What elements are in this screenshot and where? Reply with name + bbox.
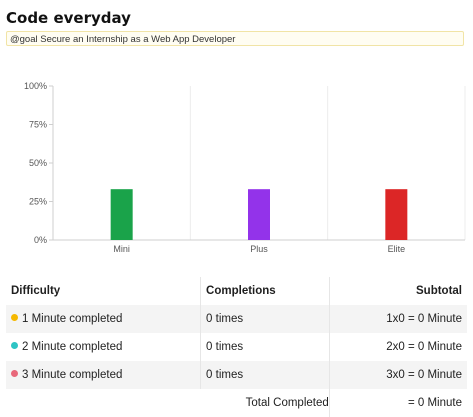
x-tick-label: Mini [113,244,130,254]
difficulty-cell: 3 Minute completed [6,361,201,389]
difficulty-label: 1 Minute completed [22,313,123,325]
difficulty-label: 3 Minute completed [22,369,123,381]
table-row: 2 Minute completed 0 times 2x0 = 0 Minut… [6,333,467,361]
y-tick-label: 75% [29,120,47,130]
subtotal-cell: 2x0 = 0 Minute [328,333,467,361]
total-label: Total Completed [6,389,330,417]
subtotal-cell: 3x0 = 0 Minute [328,361,467,389]
y-tick-label: 50% [29,158,47,168]
difficulty-dot-icon [11,370,18,377]
header-difficulty: Difficulty [6,277,201,305]
bar-plus [248,189,270,240]
difficulty-cell: 1 Minute completed [6,305,201,333]
total-row: Total Completed = 0 Minute [6,389,467,417]
y-tick-label: 0% [34,235,47,245]
y-tick-label: 100% [24,81,47,91]
bar-mini [110,189,133,240]
page-title: Code everyday [6,9,131,27]
table-row: 3 Minute completed 0 times 3x0 = 0 Minut… [6,361,467,389]
difficulty-cell: 2 Minute completed [6,333,201,361]
table-row: 1 Minute completed 0 times 1x0 = 0 Minut… [6,305,467,333]
completions-table: Difficulty Completions Subtotal 1 Minute… [6,277,467,417]
difficulty-label: 2 Minute completed [22,341,123,353]
subtotal-cell: 1x0 = 0 Minute [328,305,467,333]
difficulty-dot-icon [11,314,18,321]
completion-bar-chart: 0% 25% 50% 75% 100% Mini Plus Elite [24,81,466,254]
x-tick-label: Elite [388,244,406,254]
completions-cell: 0 times [200,333,330,361]
difficulty-dot-icon [11,342,18,349]
total-value: = 0 Minute [328,389,467,417]
completions-cell: 0 times [200,305,330,333]
table-header-row: Difficulty Completions Subtotal [6,277,467,305]
header-completions: Completions [200,277,330,305]
bar-elite [385,189,408,240]
completions-cell: 0 times [200,361,330,389]
y-tick-label: 25% [29,197,47,207]
goal-banner: @goal Secure an Internship as a Web App … [6,31,464,46]
header-subtotal: Subtotal [328,277,467,305]
x-tick-label: Plus [250,244,268,254]
